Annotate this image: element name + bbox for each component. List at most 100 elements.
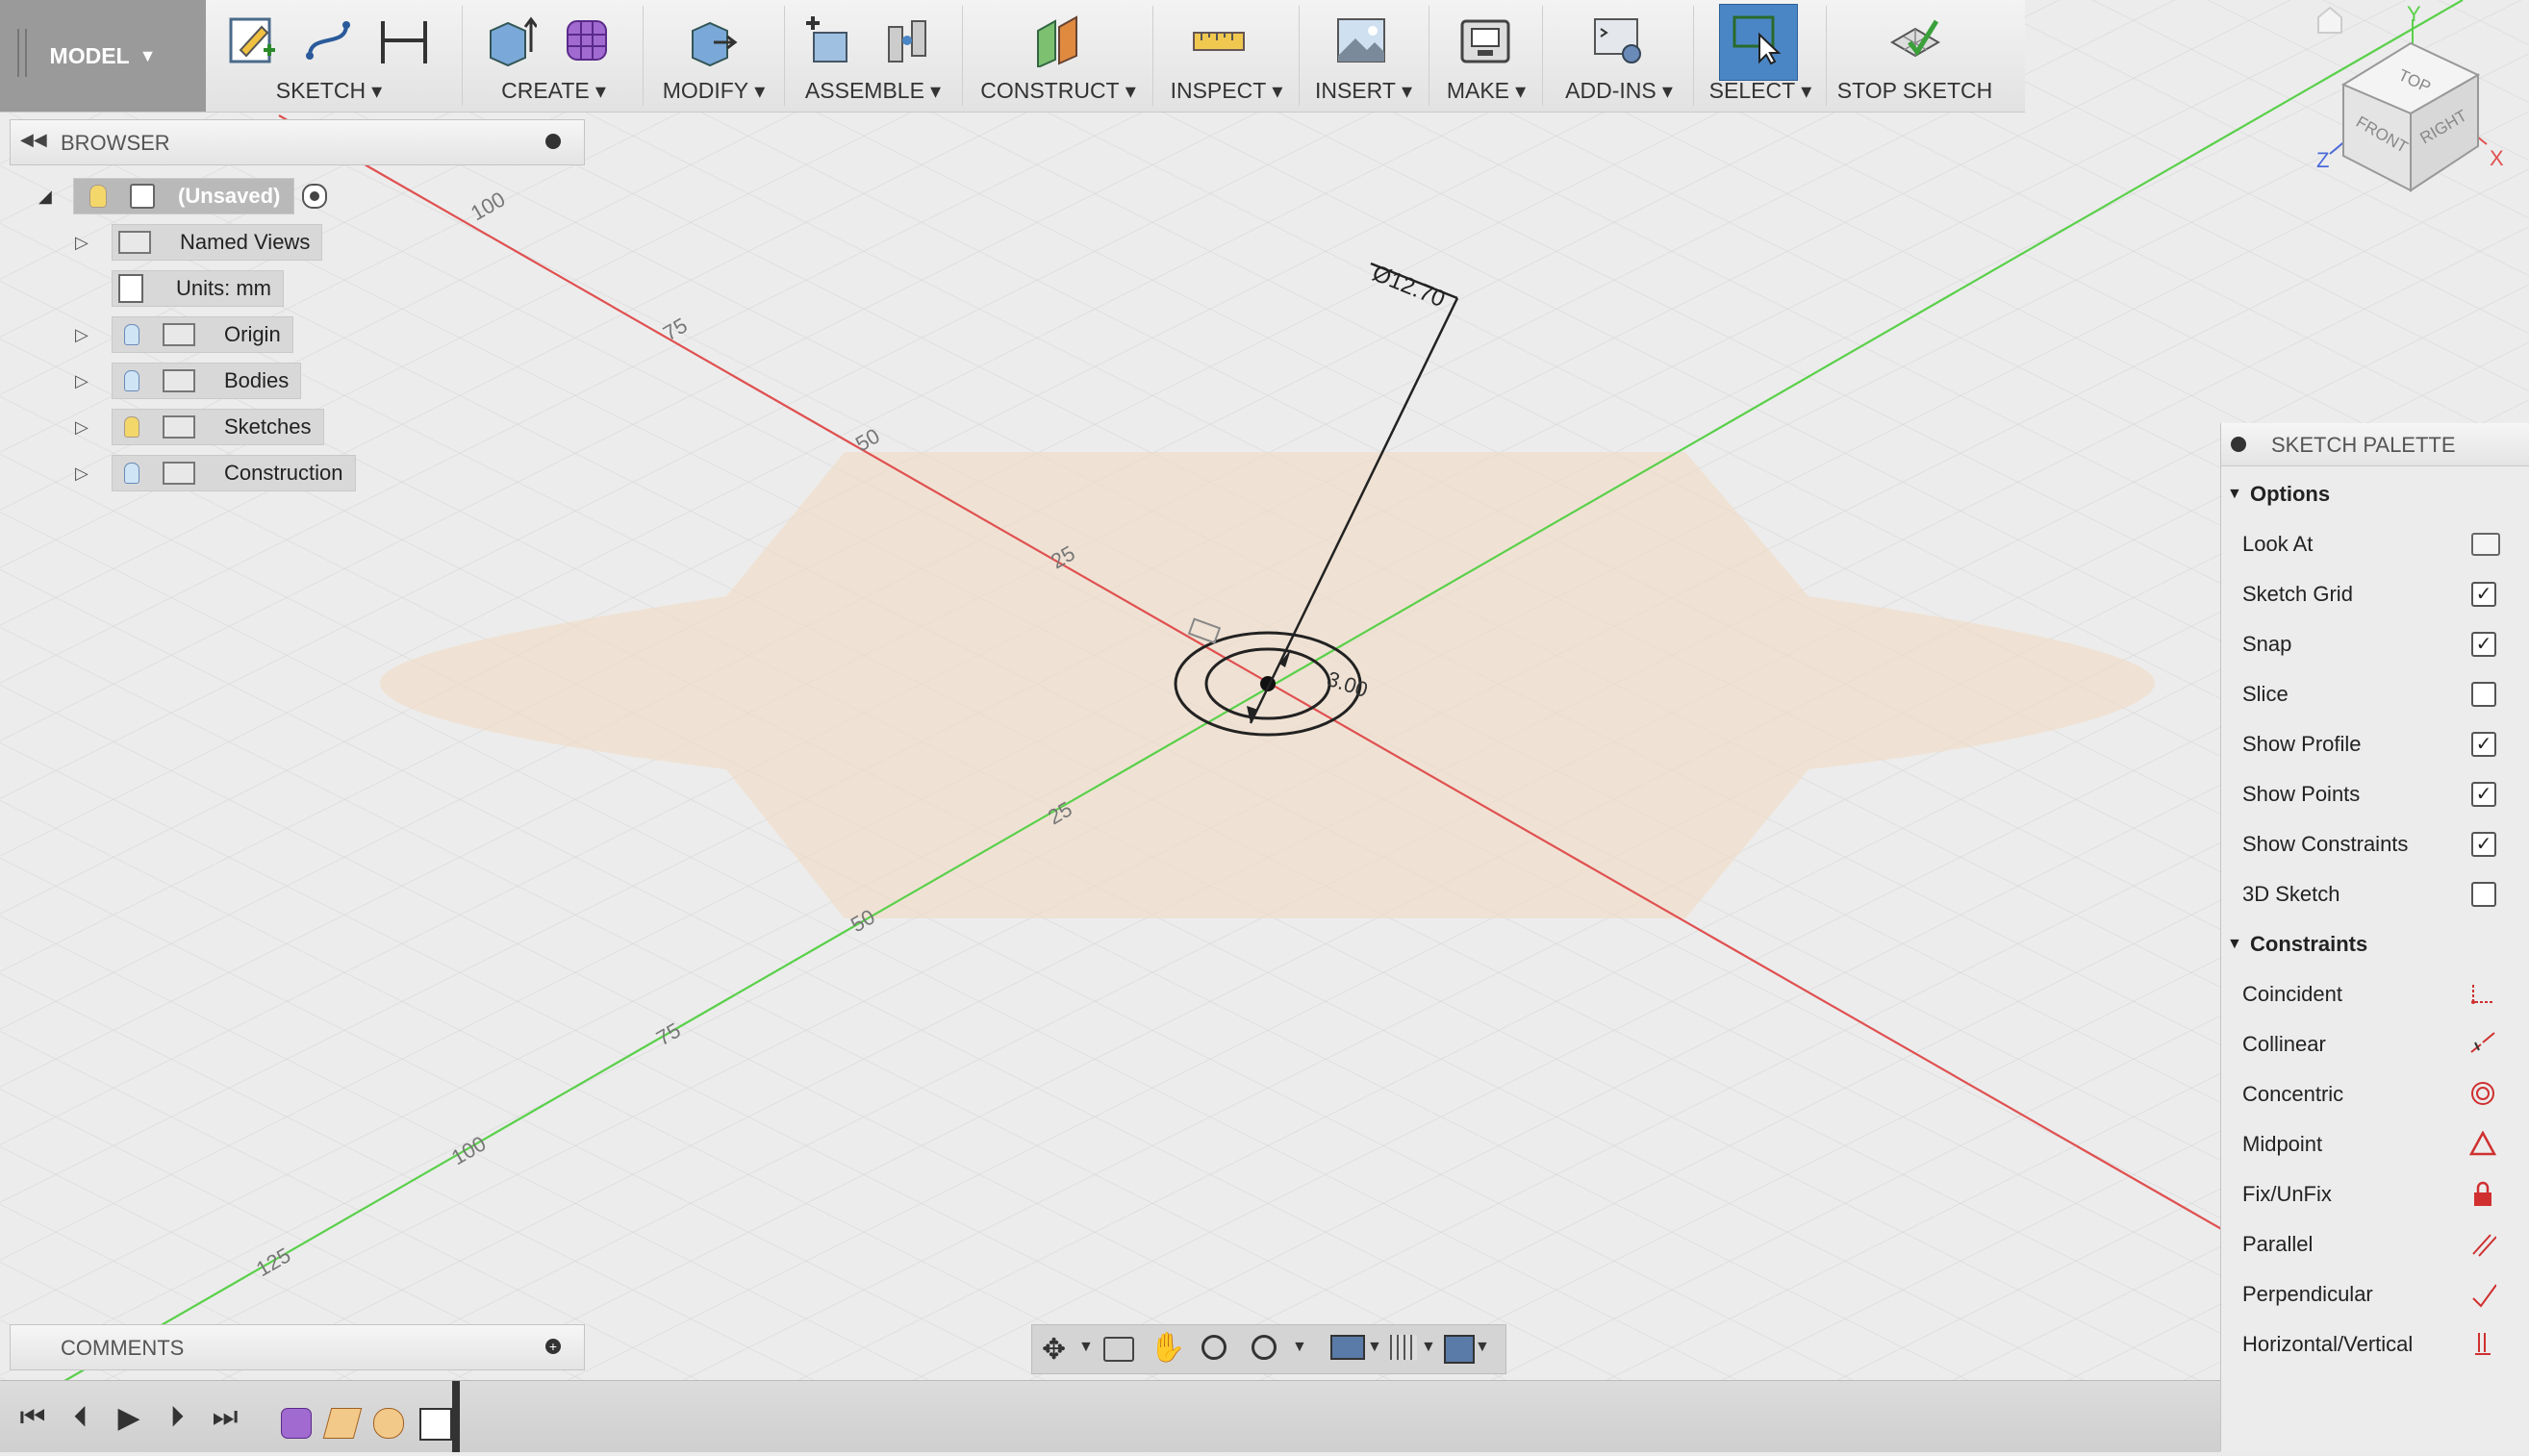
make-menu-label[interactable]: MAKE — [1433, 78, 1539, 104]
chevron-down-icon[interactable]: ▼ — [1292, 1339, 1307, 1356]
expand-triangle-icon[interactable]: ▷ — [75, 417, 112, 438]
stop-sketch-group[interactable]: STOP SKETCH — [1831, 0, 1999, 112]
collinear-icon[interactable] — [2469, 1031, 2496, 1058]
create-menu-label[interactable]: CREATE — [469, 78, 638, 104]
grid-settings-icon[interactable] — [1390, 1335, 1417, 1360]
play-icon[interactable]: ▶ — [110, 1398, 148, 1437]
viewcube[interactable]: TOP FRONT RIGHT Y X Z — [2280, 0, 2529, 212]
checkbox[interactable] — [2471, 682, 2496, 707]
browser-item-origin[interactable]: ▷ Origin — [75, 315, 293, 354]
spline-icon[interactable] — [300, 13, 354, 67]
concentric-icon[interactable] — [2469, 1081, 2496, 1108]
insert-group[interactable]: INSERT — [1303, 0, 1424, 112]
workspace-switcher[interactable]: MODEL ▼ — [0, 0, 206, 112]
lightbulb-icon[interactable] — [89, 185, 107, 208]
lightbulb-icon[interactable] — [124, 416, 139, 438]
create-sketch-icon[interactable] — [225, 13, 279, 67]
select-arrow-icon[interactable] — [1731, 12, 1784, 65]
section-collapse-icon[interactable]: ▼ — [2227, 936, 2242, 953]
canvas-viewport[interactable]: 100 75 50 25 25 50 75 100 125 Ø12.70 3.0… — [0, 0, 2529, 1451]
inspect-menu-label[interactable]: INSPECT — [1159, 78, 1294, 104]
parallel-icon[interactable] — [2469, 1231, 2496, 1258]
pan-hand-icon[interactable]: ✋ — [1150, 1331, 1185, 1365]
checkbox[interactable]: ✓ — [2471, 732, 2496, 757]
constraint-row[interactable]: Midpoint — [2221, 1119, 2529, 1169]
lightbulb-icon[interactable] — [124, 324, 139, 345]
lock-icon[interactable] — [2469, 1181, 2496, 1208]
inspect-group[interactable]: INSPECT — [1159, 0, 1294, 112]
construct-menu-label[interactable]: CONSTRUCT — [967, 78, 1150, 104]
3d-print-icon[interactable] — [1458, 13, 1512, 67]
form-icon[interactable] — [562, 13, 616, 67]
browser-item-bodies[interactable]: ▷ Bodies — [75, 362, 302, 400]
constraint-row[interactable]: Fix/UnFix — [2221, 1169, 2529, 1219]
palette-option-row[interactable]: Slice — [2221, 669, 2529, 719]
chevron-down-icon[interactable]: ▼ — [1078, 1339, 1094, 1356]
go-to-end-icon[interactable]: ⏭ — [206, 1398, 244, 1437]
add-ins-menu-label[interactable]: ADD-INS — [1547, 78, 1691, 104]
palette-option-row[interactable]: Show Points ✓ — [2221, 769, 2529, 819]
construct-group[interactable]: CONSTRUCT — [967, 0, 1150, 112]
modify-group[interactable]: MODIFY — [646, 0, 781, 112]
go-to-start-icon[interactable]: ⏮ — [13, 1398, 52, 1437]
perpendicular-icon[interactable] — [2469, 1281, 2496, 1308]
step-back-icon[interactable]: ⏴ — [62, 1398, 100, 1437]
options-section-header[interactable]: ▼ Options — [2221, 469, 2529, 519]
add-ins-group[interactable]: ADD-INS — [1547, 0, 1691, 112]
checkbox[interactable] — [2471, 882, 2496, 907]
joint-icon[interactable] — [881, 13, 935, 67]
browser-panel-header[interactable]: ◀◀ BROWSER — [10, 119, 585, 165]
timeline-marker[interactable] — [452, 1381, 460, 1452]
measure-icon[interactable] — [1192, 13, 1246, 67]
browser-item-sketches[interactable]: ▷ Sketches — [75, 408, 324, 446]
zoom-window-icon[interactable] — [1252, 1335, 1277, 1360]
constraint-row[interactable]: Parallel — [2221, 1219, 2529, 1269]
sketch-canvas[interactable]: 100 75 50 25 25 50 75 100 125 Ø12.70 3.0… — [0, 0, 2529, 1451]
dimension-icon[interactable] — [377, 13, 431, 67]
modify-menu-label[interactable]: MODIFY — [646, 78, 781, 104]
expanded-triangle-icon[interactable]: ◢ — [38, 187, 73, 207]
checkbox[interactable]: ✓ — [2471, 832, 2496, 857]
look-at-icon[interactable] — [1103, 1337, 1134, 1362]
palette-option-row[interactable]: Show Profile ✓ — [2221, 719, 2529, 769]
constraint-row[interactable]: Perpendicular — [2221, 1269, 2529, 1319]
timeline-active-sketch-icon[interactable] — [419, 1408, 452, 1441]
sketch-group[interactable]: SKETCH — [214, 0, 444, 112]
collapse-panel-icon[interactable]: ◀◀ — [20, 130, 47, 150]
units-node[interactable]: Units: mm — [112, 270, 284, 307]
browser-item-units[interactable]: Units: mm — [112, 269, 284, 308]
browser-item-construction[interactable]: ▷ Construction — [75, 454, 356, 492]
press-pull-icon[interactable] — [685, 13, 739, 67]
sketch-menu-label[interactable]: SKETCH — [214, 78, 444, 104]
look-at-icon[interactable] — [2471, 533, 2500, 556]
add-comment-icon[interactable]: + — [545, 1339, 561, 1354]
browser-root-row[interactable]: ◢ (Unsaved) — [38, 177, 328, 215]
palette-option-row[interactable]: Show Constraints ✓ — [2221, 819, 2529, 869]
browser-item-named-views[interactable]: ▷ Named Views — [75, 223, 323, 262]
constraint-row[interactable]: Collinear — [2221, 1019, 2529, 1069]
section-collapse-icon[interactable]: ▼ — [2227, 486, 2242, 503]
assemble-group[interactable]: ASSEMBLE — [789, 0, 957, 112]
constraint-row[interactable]: Horizontal/Vertical — [2221, 1319, 2529, 1369]
timeline-sketch-icon[interactable] — [322, 1408, 363, 1439]
lightbulb-icon[interactable] — [124, 463, 139, 484]
palette-header[interactable]: SKETCH PALETTE — [2221, 423, 2529, 466]
palette-option-row[interactable]: Snap ✓ — [2221, 619, 2529, 669]
assemble-menu-label[interactable]: ASSEMBLE — [789, 78, 957, 104]
palette-option-row[interactable]: Look At — [2221, 519, 2529, 569]
expand-triangle-icon[interactable]: ▷ — [75, 371, 112, 391]
activate-radio-icon[interactable] — [302, 184, 328, 209]
offset-plane-icon[interactable] — [1030, 13, 1084, 67]
viewports-icon[interactable] — [1444, 1335, 1475, 1364]
minimize-panel-icon[interactable] — [545, 134, 561, 149]
timeline-form-icon[interactable] — [281, 1408, 312, 1439]
create-group[interactable]: CREATE — [469, 0, 638, 112]
coincident-icon[interactable] — [2469, 981, 2496, 1008]
make-group[interactable]: MAKE — [1433, 0, 1539, 112]
origin-node[interactable]: Origin — [112, 316, 293, 353]
named-views-node[interactable]: Named Views — [112, 224, 323, 261]
bodies-node[interactable]: Bodies — [112, 363, 302, 399]
constraints-section-header[interactable]: ▼ Constraints — [2221, 919, 2529, 969]
select-menu-label[interactable]: SELECT — [1698, 78, 1823, 104]
chevron-down-icon[interactable]: ▼ — [1421, 1339, 1436, 1356]
